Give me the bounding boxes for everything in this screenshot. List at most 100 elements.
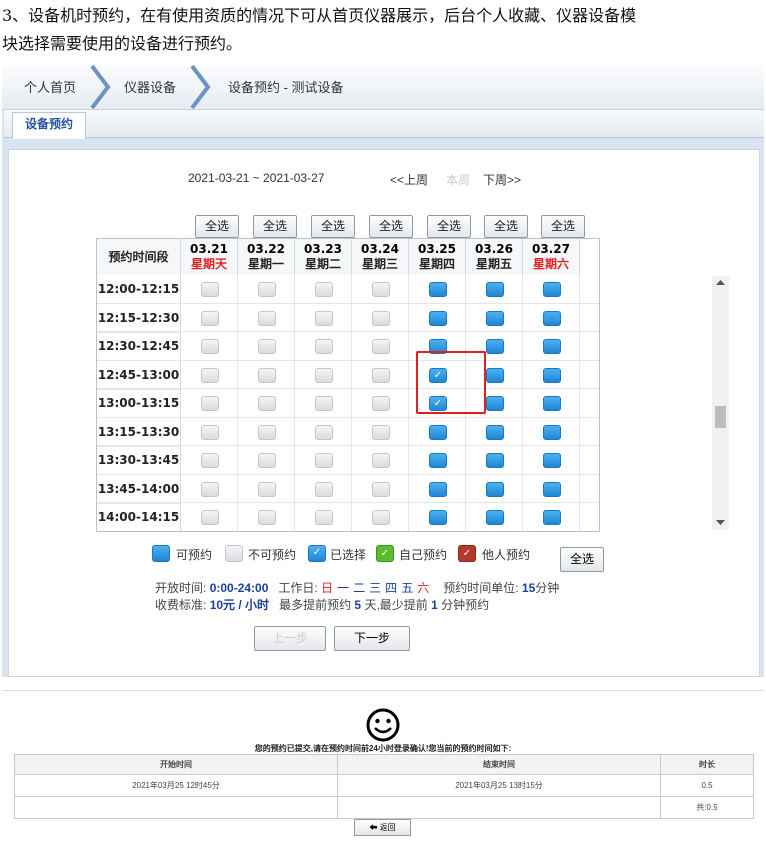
slot-checkbox-available[interactable]: [486, 453, 504, 468]
intro-line-2: 块选择需要使用的设备进行预约。: [2, 34, 243, 53]
slot-time: 13:45-14:00: [97, 474, 181, 504]
select-all-day-button[interactable]: 全选: [195, 215, 239, 238]
slot-time: 13:30-13:45: [97, 446, 181, 475]
slot-time: 14:00-14:15: [97, 503, 181, 531]
slot-checkbox-unavailable: [258, 453, 276, 468]
prev-week-link[interactable]: <<上周: [390, 171, 428, 188]
back-arrow-icon: ⬅: [369, 823, 378, 832]
breadcrumb-instruments[interactable]: 仪器设备: [124, 77, 176, 96]
day-weekday: 星期三: [361, 257, 398, 271]
day-weekday: 星期四: [418, 257, 455, 271]
grid-scrollbar[interactable]: [712, 276, 729, 530]
chevron-right-icon: [190, 65, 211, 109]
slot-checkbox-available[interactable]: [429, 453, 447, 468]
slot-checkbox-available[interactable]: [429, 424, 447, 440]
back-label: 返回: [379, 823, 396, 832]
day-header: 03.23 星期二: [295, 239, 352, 275]
slot-checkbox-unavailable: [258, 481, 276, 497]
workday: 六: [417, 581, 430, 595]
select-all-day-button[interactable]: 全选: [484, 215, 528, 238]
day-date: 03.26: [475, 242, 513, 256]
smiley-icon: [366, 708, 400, 742]
slot-checkbox-available[interactable]: [543, 453, 561, 468]
select-all-day-button[interactable]: 全选: [427, 215, 471, 238]
duration: 0.5: [660, 774, 754, 797]
day-weekday: 星期一: [247, 257, 284, 271]
day-date: 03.25: [418, 242, 456, 256]
highlight-box: [416, 351, 486, 414]
slot-checkbox-available[interactable]: [486, 339, 504, 354]
slot-time: 13:00-13:15: [97, 389, 181, 418]
select-all-day-button[interactable]: 全选: [253, 215, 297, 238]
day-date: 03.23: [304, 242, 342, 256]
slot-checkbox-available[interactable]: [486, 310, 504, 326]
slot-checkbox-unavailable: [315, 282, 333, 297]
legend-others-icon: ✓: [458, 545, 476, 562]
workday: 一: [337, 581, 350, 595]
workday: 日: [321, 581, 334, 595]
select-all-day-button[interactable]: 全选: [369, 215, 413, 238]
this-week-link: 本周: [446, 173, 471, 187]
slot-checkbox-unavailable: [258, 282, 276, 297]
select-all-button[interactable]: 全选: [560, 547, 604, 572]
next-step-button[interactable]: 下一步: [334, 626, 410, 651]
slot-checkbox-unavailable: [201, 424, 219, 440]
slot-checkbox-available[interactable]: [486, 282, 504, 297]
total-row: 共:0.5: [14, 796, 754, 819]
column-divider: [522, 275, 523, 531]
slot-checkbox-available[interactable]: [429, 510, 447, 525]
slot-checkbox-unavailable: [372, 396, 390, 411]
slot-checkbox-unavailable: [315, 339, 333, 354]
slot-checkbox-unavailable: [258, 367, 276, 383]
slot-checkbox-available[interactable]: [486, 481, 504, 497]
slot-checkbox-available[interactable]: [543, 367, 561, 383]
day-header: 03.21 星期天: [181, 239, 238, 275]
slot-checkbox-available[interactable]: [429, 481, 447, 497]
select-all-day-button[interactable]: 全选: [541, 215, 585, 238]
slot-checkbox-available[interactable]: [543, 424, 561, 440]
advance-suffix: 分钟预约: [441, 598, 490, 612]
advance-mid: 天,最少提前: [364, 598, 428, 612]
day-weekday: 星期五: [475, 257, 512, 271]
tab-booking[interactable]: 设备预约: [12, 112, 86, 139]
prev-step-button[interactable]: 上一步: [254, 626, 326, 651]
slot-checkbox-unavailable: [315, 396, 333, 411]
confirm-message: 您的预约已提交,请在预约时间前24小时登录确认!您当前的预约时间如下:: [254, 744, 512, 753]
day-weekday: 星期六: [532, 257, 569, 271]
open-value: 0:00-24:00: [209, 581, 269, 595]
slot-checkbox-available[interactable]: [543, 339, 561, 354]
slot-checkbox-unavailable: [372, 453, 390, 468]
slot-checkbox-available[interactable]: [486, 424, 504, 440]
breadcrumb-current: 设备预约 - 测试设备: [228, 80, 344, 95]
legend-available: 可预约: [176, 548, 213, 562]
next-week-link[interactable]: 下周>>: [483, 171, 521, 188]
slot-checkbox-available[interactable]: [543, 310, 561, 326]
slot-time: 13:15-13:30: [97, 417, 181, 447]
slot-checkbox-unavailable: [372, 339, 390, 354]
slot-time: 12:45-13:00: [97, 360, 181, 390]
unit-label: 预约时间单位:: [443, 581, 519, 595]
slot-checkbox-unavailable: [315, 367, 333, 383]
fee-value: 10元 / 小时: [209, 598, 270, 612]
slot-checkbox-unavailable: [201, 339, 219, 354]
select-all-day-button[interactable]: 全选: [311, 215, 355, 238]
slot-checkbox-available[interactable]: [543, 396, 561, 411]
slot-checkbox-unavailable: [258, 396, 276, 411]
header-duration: 时长: [660, 754, 754, 775]
slot-checkbox-available[interactable]: [486, 367, 504, 383]
table-row: 2021年03月25 12时45分 2021年03月25 13时15分 0.5: [14, 774, 754, 797]
slot-checkbox-available[interactable]: [543, 481, 561, 497]
breadcrumb-home[interactable]: 个人首页: [24, 77, 76, 96]
slot-checkbox-unavailable: [201, 282, 219, 297]
slot-checkbox-available[interactable]: [543, 510, 561, 525]
slot-checkbox-available[interactable]: [543, 282, 561, 297]
slot-checkbox-available[interactable]: [486, 396, 504, 411]
back-button[interactable]: ⬅ 返回: [354, 819, 411, 836]
slot-checkbox-unavailable: [258, 510, 276, 525]
slot-checkbox-unavailable: [372, 424, 390, 440]
slot-checkbox-available[interactable]: [429, 310, 447, 326]
slot-checkbox-unavailable: [258, 339, 276, 354]
slot-checkbox-unavailable: [315, 481, 333, 497]
slot-checkbox-available[interactable]: [486, 510, 504, 525]
slot-checkbox-available[interactable]: [429, 282, 447, 297]
